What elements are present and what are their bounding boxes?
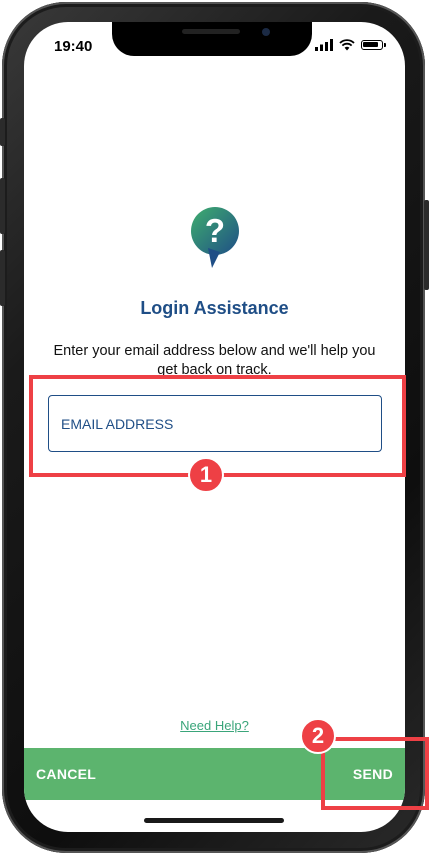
wifi-icon — [339, 39, 355, 51]
mute-switch — [0, 118, 5, 146]
status-icons — [315, 39, 386, 51]
page-title: Login Assistance — [140, 298, 289, 318]
svg-text:?: ? — [205, 212, 225, 249]
home-indicator — [144, 818, 284, 823]
question-bubble-icon: ? — [191, 207, 239, 268]
power-button — [424, 200, 429, 290]
annotation-box-send — [321, 737, 429, 810]
need-help-link[interactable]: Need Help? — [24, 718, 405, 733]
status-time: 19:40 — [54, 38, 93, 55]
volume-up-button — [0, 178, 5, 234]
battery-icon — [361, 40, 386, 50]
front-camera — [262, 28, 270, 36]
volume-down-button — [0, 250, 5, 306]
annotation-badge-2: 2 — [300, 718, 336, 754]
notch — [112, 22, 312, 56]
signal-icon — [315, 39, 333, 51]
cancel-button[interactable]: CANCEL — [36, 766, 96, 782]
speaker — [182, 29, 240, 34]
annotation-badge-1: 1 — [188, 457, 224, 493]
